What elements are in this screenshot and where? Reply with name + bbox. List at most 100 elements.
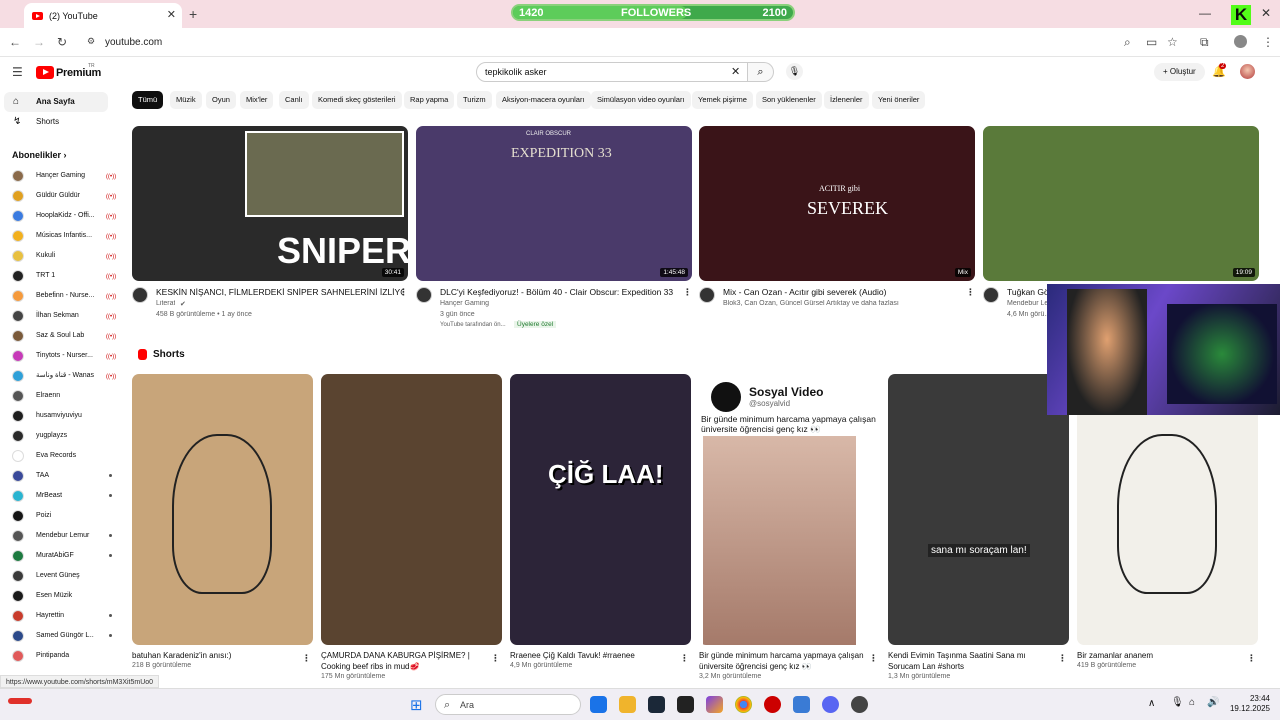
chip-2[interactable]: Oyun (206, 91, 236, 109)
app-icon[interactable] (793, 696, 810, 713)
mic-tray-icon[interactable]: 🎙 (1171, 697, 1184, 708)
reload-icon[interactable]: ↻ (57, 36, 67, 48)
chip-6[interactable]: Rap yapma (404, 91, 455, 109)
sidebar-item-subscription[interactable]: Mendebur Lemur (12, 530, 112, 550)
zoom-icon[interactable]: ⌕ (1124, 36, 1131, 48)
video-title[interactable]: KESKİN NİŞANCI, FİLMLERDEKİ SNİPER SAHNE… (156, 287, 404, 297)
epic-games-icon[interactable] (677, 696, 694, 713)
search-input[interactable]: tepkikolik asker ✕ (476, 62, 748, 82)
chip-4[interactable]: Canlı (279, 91, 309, 109)
short-thumbnail[interactable]: sana mı soraçam lan! (888, 374, 1069, 645)
minimize-icon[interactable]: — (1199, 6, 1211, 20)
sidebar-item-home[interactable]: ⌂ Ana Sayfa (4, 92, 108, 112)
chip-0[interactable]: Tümü (132, 91, 164, 109)
chip-8[interactable]: Aksiyon-macera oyunları (496, 91, 591, 109)
more-options-icon[interactable]: ⋮ (680, 653, 689, 664)
chip-10[interactable]: Yemek pişirme (692, 91, 753, 109)
new-tab-icon[interactable]: + (189, 6, 197, 22)
sidebar-item-subscription[interactable]: Hayrettin (12, 610, 112, 630)
channel-avatar[interactable] (416, 287, 432, 303)
more-options-icon[interactable]: ⋮ (491, 653, 500, 664)
create-button[interactable]: + Oluştur (1154, 63, 1205, 81)
short-title[interactable]: batuhan Karadeniz'in anısı:) (132, 650, 298, 661)
cast-icon[interactable]: ▭ (1146, 36, 1157, 48)
network-icon[interactable]: ⌂ (1189, 697, 1195, 708)
sidebar-item-subscription[interactable]: TRT 1 ((•)) (12, 270, 116, 290)
short-thumbnail[interactable] (321, 374, 502, 645)
opera-app-icon[interactable] (764, 696, 781, 713)
channel-name[interactable]: Blok3, Can Ozan, Güncel Gürsel Artıktay … (723, 300, 899, 307)
short-title[interactable]: Kendi Evimin Taşınma Saatini Sana mı Sor… (888, 650, 1054, 672)
video-title[interactable]: DLC'yi Keşfediyoruz! - Bölüm 40 - Clair … (440, 287, 673, 297)
channel-name[interactable]: Literat (156, 300, 175, 307)
back-icon[interactable]: ← (9, 36, 21, 48)
sidebar-item-subscription[interactable]: MrBeast (12, 490, 112, 510)
steam-app-icon[interactable] (648, 696, 665, 713)
tray-chevron-icon[interactable]: ∧ (1148, 698, 1155, 709)
sidebar-item-subscription[interactable]: MuratAbiGF (12, 550, 112, 570)
clear-search-icon[interactable]: ✕ (731, 67, 740, 78)
short-title[interactable]: Rraenee Çiğ Kaldı Tavuk! #rraenee (510, 650, 676, 661)
window-close-icon[interactable]: ✕ (1261, 6, 1271, 20)
sidebar-item-subscription[interactable]: Eva Records (12, 450, 112, 470)
sidebar-item-subscription[interactable]: Esen Müzik (12, 590, 112, 610)
chip-5[interactable]: Komedi skeç gösterileri (312, 91, 402, 109)
copilot-icon[interactable] (706, 696, 723, 713)
address-bar[interactable]: ⚙ youtube.com (80, 31, 1190, 54)
sidebar-item-subscription[interactable]: İlhan Sekman ((•)) (12, 310, 116, 330)
more-options-icon[interactable]: ⋮ (683, 287, 692, 298)
video-title[interactable]: Mix - Can Ozan - Acıtır gibi severek (Au… (723, 287, 886, 297)
taskbar-search[interactable]: ⌕ Ara (435, 694, 581, 715)
subscriptions-heading[interactable]: Abonelikler › (12, 150, 67, 160)
more-options-icon[interactable]: ⋮ (399, 287, 408, 298)
sidebar-item-subscription[interactable]: Saz & Soul Lab ((•)) (12, 330, 116, 350)
short-thumbnail[interactable] (132, 374, 313, 645)
sidebar-item-subscription[interactable]: Samed Güngör L... (12, 630, 112, 650)
browser-menu-icon[interactable]: ⋮ (1262, 36, 1274, 48)
windows-start-icon[interactable]: ⊞ (410, 696, 423, 714)
channel-avatar[interactable] (983, 287, 999, 303)
sidebar-item-subscription[interactable]: TAA (12, 470, 112, 490)
sidebar-item-subscription[interactable]: Güldür Güldür ((•)) (12, 190, 116, 210)
channel-avatar[interactable] (132, 287, 148, 303)
more-options-icon[interactable]: ⋮ (966, 287, 975, 298)
more-options-icon[interactable]: ⋮ (1058, 653, 1067, 664)
short-thumbnail[interactable]: ÇİĞ LAA! (510, 374, 691, 645)
file-explorer-icon[interactable] (619, 696, 636, 713)
browser-tab[interactable]: (2) YouTube ✕ (24, 3, 182, 28)
widgets-icon[interactable] (8, 698, 32, 704)
chip-13[interactable]: Yeni öneriler (872, 91, 926, 109)
taskbar-clock[interactable]: 23:44 19.12.2025 (1226, 694, 1270, 714)
extensions-icon[interactable]: ⧉ (1200, 36, 1209, 48)
sidebar-item-subscription[interactable]: Hançer Gaming ((•)) (12, 170, 116, 190)
more-options-icon[interactable]: ⋮ (1247, 653, 1256, 664)
sidebar-item-subscription[interactable]: Elraenn (12, 390, 112, 410)
discord-app-icon[interactable] (822, 696, 839, 713)
more-options-icon[interactable]: ⋮ (869, 653, 878, 664)
chip-11[interactable]: Son yüklenenler (756, 91, 822, 109)
youtube-premium-logo[interactable]: Premium TR (36, 63, 101, 79)
edge-app-icon[interactable] (590, 696, 607, 713)
more-options-icon[interactable]: ⋮ (302, 653, 311, 664)
sidebar-item-subscription[interactable]: husamviyuviyu (12, 410, 112, 430)
hamburger-menu-icon[interactable]: ☰ (12, 66, 23, 78)
sidebar-item-subscription[interactable]: قناة وناسة - Wanasa... ((•)) (12, 370, 116, 390)
short-title[interactable]: ÇAMURDA DANA KABURGA PİŞİRME? | Cooking … (321, 650, 487, 672)
chip-7[interactable]: Turizm (457, 91, 492, 109)
chip-12[interactable]: İzlenenler (824, 91, 869, 109)
voice-search-button[interactable]: 🎙 (786, 63, 803, 80)
video-thumbnail[interactable]: SNIPER 30:41 (132, 126, 408, 281)
short-title[interactable]: Bir zamanlar ananem (1077, 650, 1243, 661)
short-thumbnail[interactable]: Sosyal Video @sosyalvid Bir günde minimum … (699, 374, 880, 645)
channel-avatar[interactable] (699, 287, 715, 303)
sidebar-item-subscription[interactable]: Tinytots - Nurser... ((•)) (12, 350, 116, 370)
channel-name[interactable]: Hançer Gaming (440, 300, 489, 307)
short-title[interactable]: Bir günde minimum harcama yapmaya çalışa… (699, 650, 865, 672)
sidebar-item-subscription[interactable]: Bebefinn - Nurse... ((•)) (12, 290, 116, 310)
search-button[interactable]: ⌕ (748, 62, 774, 82)
sidebar-item-subscription[interactable]: yugplayzs (12, 430, 112, 450)
profile-icon[interactable] (1234, 35, 1247, 48)
site-info-icon[interactable]: ⚙ (87, 37, 95, 46)
sidebar-item-subscription[interactable]: Músicas Infantis... ((•)) (12, 230, 116, 250)
bookmark-star-icon[interactable]: ☆ (1167, 36, 1178, 48)
